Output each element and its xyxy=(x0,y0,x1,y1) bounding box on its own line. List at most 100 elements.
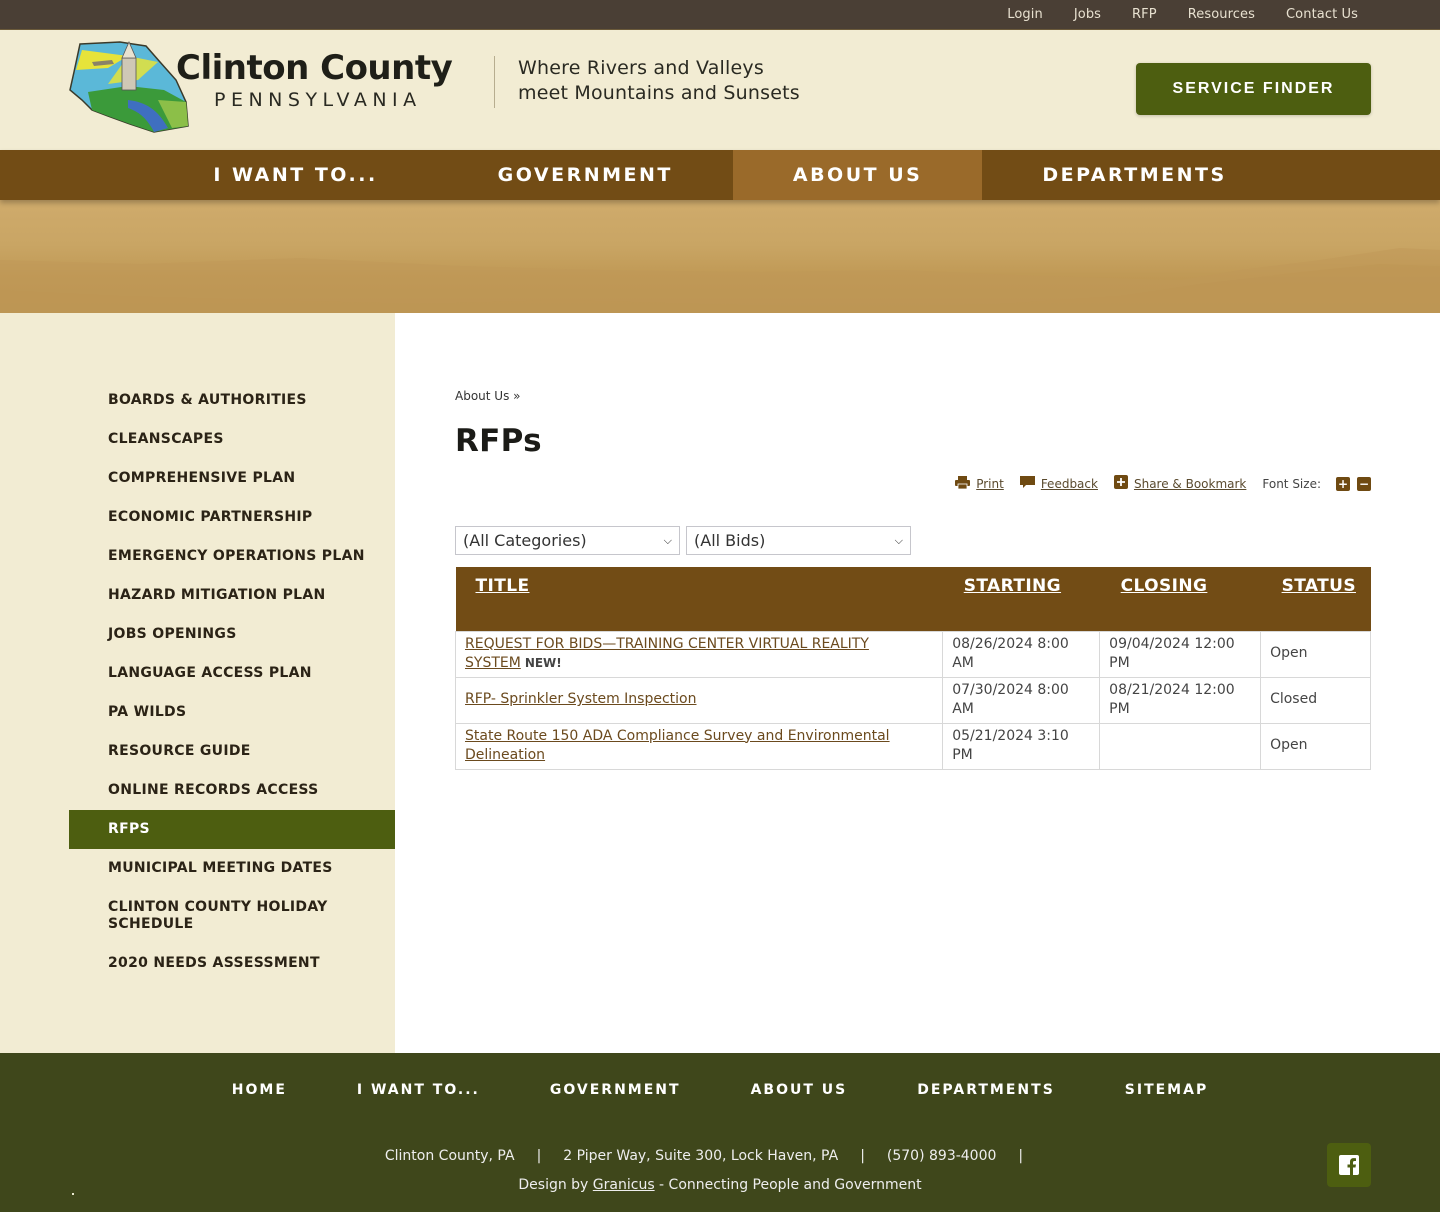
sidebar-item-jobs-openings[interactable]: JOBS OPENINGS xyxy=(69,615,395,654)
starting-cell: 08/26/2024 8:00 AM xyxy=(942,630,1101,678)
separator: | xyxy=(1018,1148,1024,1164)
main-nav: I WANT TO... GOVERNMENT ABOUT US DEPARTM… xyxy=(0,150,1440,200)
credit-suffix: - Connecting People and Government xyxy=(654,1177,922,1193)
sidebar-item-economic-partnership[interactable]: ECONOMIC PARTNERSHIP xyxy=(69,498,395,537)
category-select-value: (All Categories) xyxy=(463,531,587,550)
rfp-title-cell: REQUEST FOR BIDS—TRAINING CENTER VIRTUAL… xyxy=(454,630,944,678)
printer-icon xyxy=(955,475,971,492)
starting-cell: 05/21/2024 3:10 PM xyxy=(942,722,1101,770)
sidebar-item-2020-needs-assessment[interactable]: 2020 NEEDS ASSESSMENT xyxy=(69,944,395,983)
column-header-status[interactable]: STATUS xyxy=(1260,567,1371,631)
sidebar-item-pa-wilds[interactable]: PA WILDS xyxy=(69,693,395,732)
table-row: RFP- Sprinkler System Inspection 07/30/2… xyxy=(454,676,1371,724)
credit-prefix: Design by xyxy=(518,1177,593,1193)
footer-credit: Design by Granicus - Connecting People a… xyxy=(0,1177,1440,1193)
tagline: Where Rivers and Valleys meet Mountains … xyxy=(518,56,800,106)
chevron-down-icon: ⌵ xyxy=(663,533,672,547)
header-divider xyxy=(494,56,495,108)
sidebar-item-hazard-mitigation-plan[interactable]: HAZARD MITIGATION PLAN xyxy=(69,576,395,615)
table-row: REQUEST FOR BIDS—TRAINING CENTER VIRTUAL… xyxy=(454,630,1371,678)
nav-item-departments[interactable]: DEPARTMENTS xyxy=(982,150,1286,200)
share-bookmark-button[interactable]: Share & Bookmark xyxy=(1113,475,1247,492)
nav-item-about-us[interactable]: ABOUT US xyxy=(732,150,983,200)
rfp-title-cell: RFP- Sprinkler System Inspection xyxy=(454,676,944,724)
plus-square-icon xyxy=(1113,475,1128,492)
category-select[interactable]: (All Categories) ⌵ xyxy=(455,526,680,555)
rfp-table: TITLE STARTING CLOSING STATUS REQUEST FO… xyxy=(454,567,1371,770)
page-title: RFPs xyxy=(455,423,542,459)
nav-item-i-want-to[interactable]: I WANT TO... xyxy=(153,150,437,200)
sidebar-item-comprehensive-plan[interactable]: COMPREHENSIVE PLAN xyxy=(69,459,395,498)
rfp-title-link[interactable]: RFP- Sprinkler System Inspection xyxy=(465,691,697,707)
footer-link-about-us[interactable]: ABOUT US xyxy=(751,1082,848,1098)
granicus-link[interactable]: Granicus xyxy=(593,1177,655,1193)
footer-phone[interactable]: (570) 893-4000 xyxy=(887,1148,997,1164)
footer-address: 2 Piper Way, Suite 300, Lock Haven, PA xyxy=(563,1148,839,1164)
breadcrumb-about-us[interactable]: About Us » xyxy=(455,389,520,403)
print-label: Print xyxy=(976,476,1004,491)
facebook-button[interactable] xyxy=(1327,1143,1371,1187)
feedback-button[interactable]: Feedback xyxy=(1019,475,1098,492)
utility-bar: Login Jobs RFP Resources Contact Us xyxy=(0,0,1440,30)
footer-link-home[interactable]: HOME xyxy=(232,1082,287,1098)
content-wrap: BOARDS & AUTHORITIES CLEANSCAPES COMPREH… xyxy=(0,313,1440,1053)
sidebar-item-municipal-meeting-dates[interactable]: MUNICIPAL MEETING DATES xyxy=(69,849,395,888)
brand-state: PENNSYLVANIA xyxy=(214,89,422,111)
bids-select[interactable]: (All Bids) ⌵ xyxy=(686,526,911,555)
footer-nav: HOME I WANT TO... GOVERNMENT ABOUT US DE… xyxy=(0,1053,1440,1098)
breadcrumb[interactable]: About Us » xyxy=(455,389,1371,403)
column-header-starting[interactable]: STARTING xyxy=(942,567,1100,631)
bids-select-value: (All Bids) xyxy=(694,531,766,550)
footer-link-sitemap[interactable]: SITEMAP xyxy=(1125,1082,1208,1098)
sidebar-item-boards-authorities[interactable]: BOARDS & AUTHORITIES xyxy=(69,381,395,420)
sidebar-item-holiday-schedule[interactable]: CLINTON COUNTY HOLIDAY SCHEDULE xyxy=(69,888,395,944)
footer-contact-info: Clinton County, PA | 2 Piper Way, Suite 30… xyxy=(0,1148,1440,1164)
mountain-silhouette-icon xyxy=(0,248,1440,313)
utility-link-jobs[interactable]: Jobs xyxy=(1074,7,1101,22)
sidebar-item-resource-guide[interactable]: RESOURCE GUIDE xyxy=(69,732,395,771)
footer-link-departments[interactable]: DEPARTMENTS xyxy=(917,1082,1055,1098)
column-header-title[interactable]: TITLE xyxy=(455,567,943,631)
tagline-line-1: Where Rivers and Valleys xyxy=(518,57,764,79)
sidebar-item-cleanscapes[interactable]: CLEANSCAPES xyxy=(69,420,395,459)
column-header-closing[interactable]: CLOSING xyxy=(1099,567,1261,631)
sidebar-item-rfps[interactable]: RFPS xyxy=(69,810,395,849)
status-cell: Closed xyxy=(1260,676,1371,724)
sidebar-item-language-access-plan[interactable]: LANGUAGE ACCESS PLAN xyxy=(69,654,395,693)
utility-link-rfp[interactable]: RFP xyxy=(1132,7,1157,22)
utility-link-contact-us[interactable]: Contact Us xyxy=(1286,7,1358,22)
utility-link-resources[interactable]: Resources xyxy=(1188,7,1255,22)
brand[interactable]: Clinton County PENNSYLVANIA xyxy=(176,48,453,112)
print-button[interactable]: Print xyxy=(955,475,1004,492)
hero-banner xyxy=(0,200,1440,313)
sidebar-item-online-records-access[interactable]: ONLINE RECORDS ACCESS xyxy=(69,771,395,810)
county-logo-icon[interactable] xyxy=(68,40,192,134)
site-header: Clinton County PENNSYLVANIA Where Rivers… xyxy=(0,30,1440,150)
footer-link-i-want-to[interactable]: I WANT TO... xyxy=(357,1082,480,1098)
font-increase-button[interactable]: + xyxy=(1336,476,1350,491)
footer-link-government[interactable]: GOVERNMENT xyxy=(550,1082,681,1098)
footer-dot xyxy=(72,1193,74,1195)
share-bookmark-label: Share & Bookmark xyxy=(1133,476,1247,491)
utility-link-login[interactable]: Login xyxy=(1007,7,1043,22)
closing-cell: 09/04/2024 12:00 PM xyxy=(1099,630,1262,678)
feedback-label: Feedback xyxy=(1040,476,1098,491)
sidebar: BOARDS & AUTHORITIES CLEANSCAPES COMPREH… xyxy=(0,313,395,1053)
service-finder-button[interactable]: SERVICE FINDER xyxy=(1136,63,1371,115)
status-cell: Open xyxy=(1260,722,1371,770)
rfp-title-link[interactable]: State Route 150 ADA Compliance Survey an… xyxy=(465,728,890,763)
separator: | xyxy=(860,1148,865,1164)
table-header-row: TITLE STARTING CLOSING STATUS xyxy=(455,567,1371,631)
font-size-label: Font Size: xyxy=(1262,476,1321,491)
sidebar-item-emergency-operations-plan[interactable]: EMERGENCY OPERATIONS PLAN xyxy=(69,537,395,576)
font-decrease-button[interactable]: − xyxy=(1357,476,1371,491)
facebook-icon xyxy=(1339,1155,1359,1175)
nav-item-government[interactable]: GOVERNMENT xyxy=(438,150,733,200)
table-row: State Route 150 ADA Compliance Survey an… xyxy=(454,722,1371,770)
chevron-down-icon: ⌵ xyxy=(894,533,903,547)
closing-cell: 08/21/2024 12:00 PM xyxy=(1099,676,1262,724)
filters: (All Categories) ⌵ (All Bids) ⌵ xyxy=(455,526,1371,555)
closing-cell xyxy=(1099,722,1262,770)
site-footer: HOME I WANT TO... GOVERNMENT ABOUT US DE… xyxy=(0,1053,1440,1212)
rfp-title-cell: State Route 150 ADA Compliance Survey an… xyxy=(454,722,944,770)
